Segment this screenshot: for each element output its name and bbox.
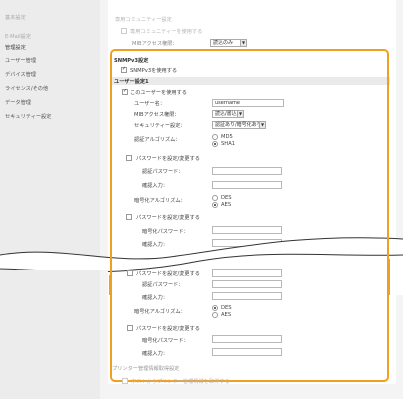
- printer-mgmt-section-title: プリンター管理情報取得設定: [112, 366, 180, 372]
- sidebar: 基本設定 E-Mail設定 管理設定 ユーザー管理 デバイス管理 ライセンス/そ…: [0, 0, 100, 399]
- chevron-down-icon: ▼: [240, 40, 246, 46]
- sidebar-item-data-mgmt[interactable]: データ管理: [5, 99, 31, 106]
- highlight-frame: [110, 49, 389, 382]
- printer-mgmt-checkbox-label: ホストからプリンター管理情報を取得する: [131, 379, 230, 385]
- community-section-title: 専用コミュニティー設定: [115, 17, 172, 23]
- sidebar-item-basic[interactable]: 基本設定: [5, 14, 26, 21]
- bottom-faded-area: [100, 384, 403, 399]
- sidebar-item-device-mgmt[interactable]: デバイス管理: [5, 71, 36, 78]
- community-checkbox[interactable]: [121, 28, 127, 34]
- printer-mgmt-checkbox[interactable]: [122, 378, 128, 384]
- sidebar-item-user-mgmt[interactable]: ユーザー管理: [5, 57, 36, 64]
- sidebar-item-admin[interactable]: 管理設定: [5, 44, 26, 51]
- community-mib-label: MIBアクセス権限：: [132, 41, 178, 47]
- sidebar-item-security[interactable]: セキュリティー設定: [5, 113, 51, 120]
- sidebar-item-license[interactable]: ライセンス/その他: [5, 85, 48, 92]
- community-mib-select[interactable]: 読込のみ ▼: [210, 39, 247, 47]
- community-checkbox-label: 専用コミュニティーを使用する: [130, 29, 203, 35]
- community-mib-value: 読込のみ: [213, 40, 234, 46]
- sidebar-item-email[interactable]: E-Mail設定: [5, 33, 31, 40]
